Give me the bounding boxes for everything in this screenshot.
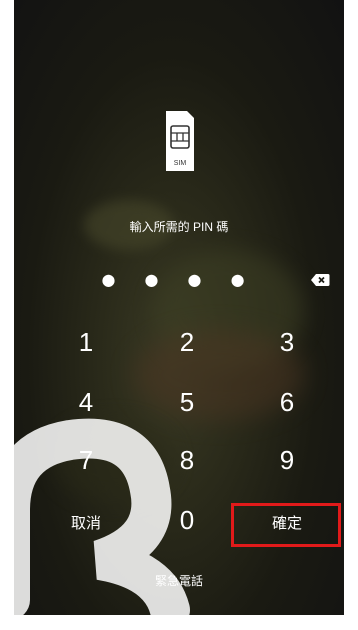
key-2[interactable]: 2	[152, 318, 222, 366]
key-5[interactable]: 5	[152, 378, 222, 426]
sim-label: SIM	[174, 160, 187, 167]
key-1[interactable]: 1	[51, 318, 121, 366]
key-9[interactable]: 9	[252, 436, 322, 484]
key-0[interactable]: 0	[152, 496, 222, 544]
key-6[interactable]: 6	[252, 378, 322, 426]
pin-prompt: 輸入所需的 PIN 碼	[129, 220, 229, 234]
cancel-button[interactable]: 取消	[51, 500, 121, 548]
emergency-call-button[interactable]: 緊急電話	[14, 572, 344, 589]
lock-screen: SIM 輸入所需的 PIN 碼 ● ● ● ● 1 2 3 4 5 6 7 8 …	[14, 0, 344, 615]
key-7[interactable]: 7	[51, 436, 121, 484]
sim-card-icon: SIM	[166, 111, 194, 171]
backspace-icon[interactable]	[310, 273, 330, 287]
confirm-highlight-box	[231, 503, 341, 547]
pin-entry-field[interactable]: ● ● ● ●	[14, 270, 344, 289]
key-4[interactable]: 4	[51, 378, 121, 426]
key-3[interactable]: 3	[252, 318, 322, 366]
key-8[interactable]: 8	[152, 436, 222, 484]
